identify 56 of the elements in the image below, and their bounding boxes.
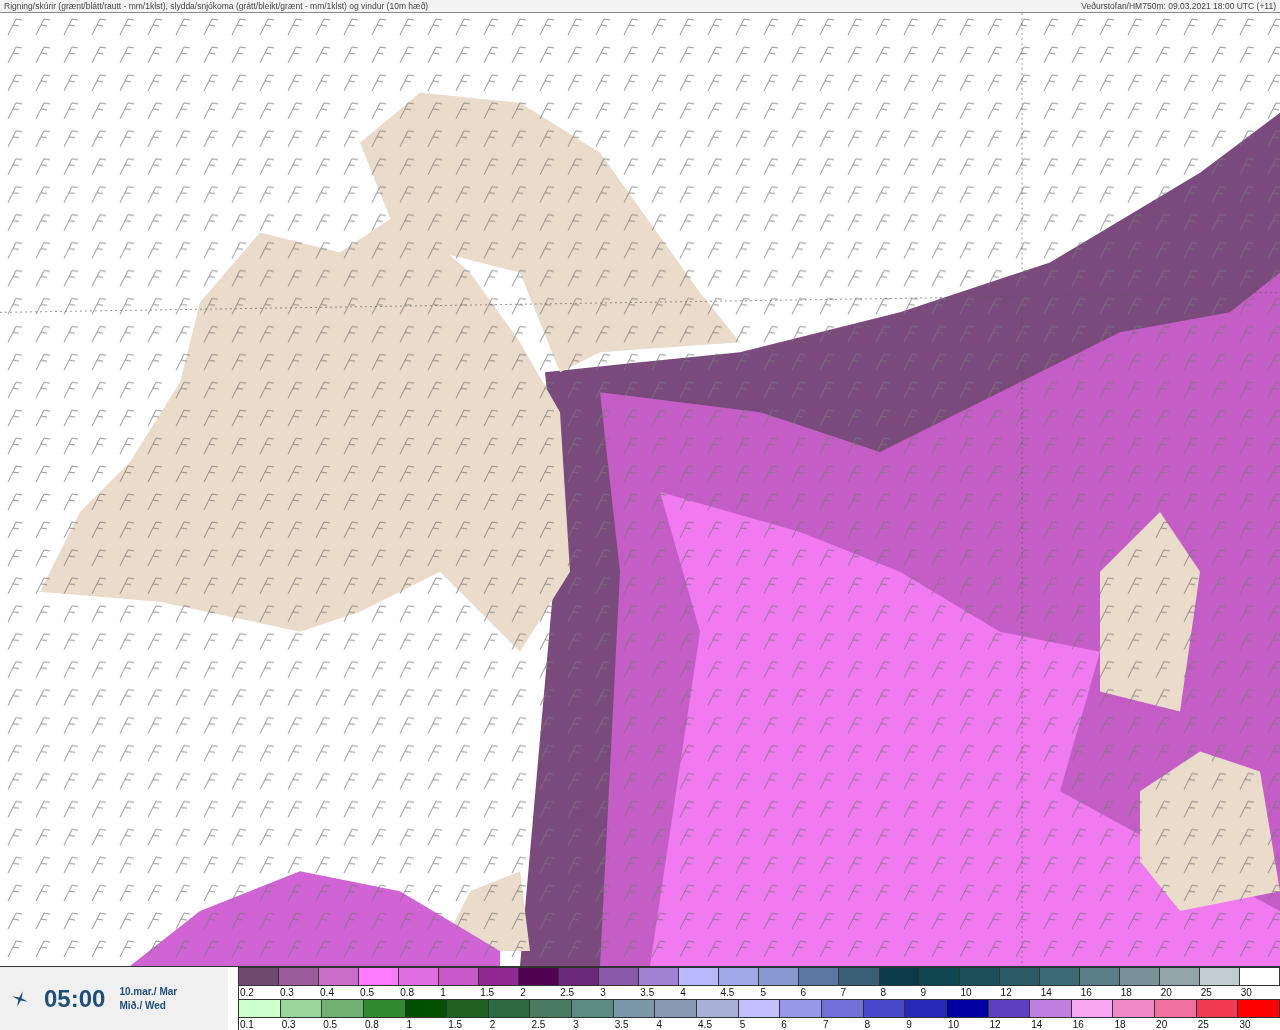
legend-label: 0.8 (363, 1018, 380, 1030)
legend-label: 16 (1071, 1018, 1085, 1030)
legend-label: 25 (1199, 986, 1213, 999)
legend-label: 0.5 (359, 986, 375, 999)
legend-label: 2.5 (530, 1018, 547, 1030)
legend-label: 2.5 (559, 986, 576, 999)
legend-label: 20 (1159, 986, 1173, 999)
legend-label: 9 (905, 1018, 913, 1030)
legend-label: 3 (599, 986, 607, 999)
legend-label: 2 (519, 986, 527, 999)
legend-label: 0.3 (279, 986, 295, 999)
legend-label: 0.4 (319, 986, 335, 999)
forecast-time: 05:00 (44, 984, 106, 1013)
legend-label: 3.5 (613, 1018, 630, 1030)
legend-label: 3.5 (639, 986, 656, 999)
legend-label: 7 (821, 1018, 830, 1030)
legend-label: 4 (679, 986, 687, 999)
legend-label: 10 (946, 1018, 960, 1030)
legend-label: 4.5 (697, 1018, 713, 1030)
legend-label: 1 (405, 1018, 414, 1030)
legend-label: 8 (879, 986, 888, 999)
legend-label: 12 (999, 986, 1013, 999)
legend-label: 0.2 (239, 986, 255, 999)
forecast-weekday: Mið./ Wed (119, 998, 167, 1013)
legend-label: 14 (1039, 986, 1053, 999)
forecast-date: 10.mar./ Mar (119, 984, 178, 999)
legend-label: 5 (738, 1018, 747, 1030)
legend-label: 18 (1119, 986, 1133, 999)
legend-label: 16 (1079, 986, 1093, 999)
legend-label: 9 (919, 986, 928, 999)
legend-label: 0.5 (322, 1018, 339, 1030)
map-title: Rigning/skúrir (grænt/blátt/rautt - mm/1klst), slydda/snjókoma (grátt/bleikt/grænt - mm/1klst) og vindur (10m hæð) (4, 1, 429, 11)
legend-label: 0.8 (399, 986, 416, 999)
legend-label: 6 (799, 986, 807, 999)
legend-label: 25 (1196, 1018, 1210, 1030)
legend-label: 0.1 (239, 1018, 255, 1030)
legend-label: 8 (863, 1018, 872, 1030)
legend-label: 7 (839, 986, 848, 999)
legend-label: 4.5 (719, 986, 736, 999)
legend-label: 3 (572, 1018, 580, 1030)
legend-label: 4 (655, 1018, 663, 1030)
legend-label: 14 (1030, 1018, 1044, 1030)
legend-label: 2 (488, 1018, 497, 1030)
legend-label: 5 (759, 986, 767, 999)
legend-label: 6 (780, 1018, 788, 1030)
legend-label: 30 (1239, 986, 1253, 999)
legend-label: 18 (1113, 1018, 1127, 1030)
legend-label: 12 (988, 1018, 1002, 1030)
legend-label: 30 (1238, 1018, 1252, 1030)
legend-label: 10 (959, 986, 973, 999)
legend-label: 1.5 (447, 1018, 464, 1030)
model-run-info: Veðurstofan/HM750m: 09.03.2021 18:00 UTC (+11) (1081, 1, 1276, 11)
legend-label: 1.5 (479, 986, 496, 999)
legend-label: 20 (1155, 1018, 1169, 1030)
legend-label: 0.3 (280, 1018, 297, 1030)
legend-label: 1 (439, 986, 447, 999)
